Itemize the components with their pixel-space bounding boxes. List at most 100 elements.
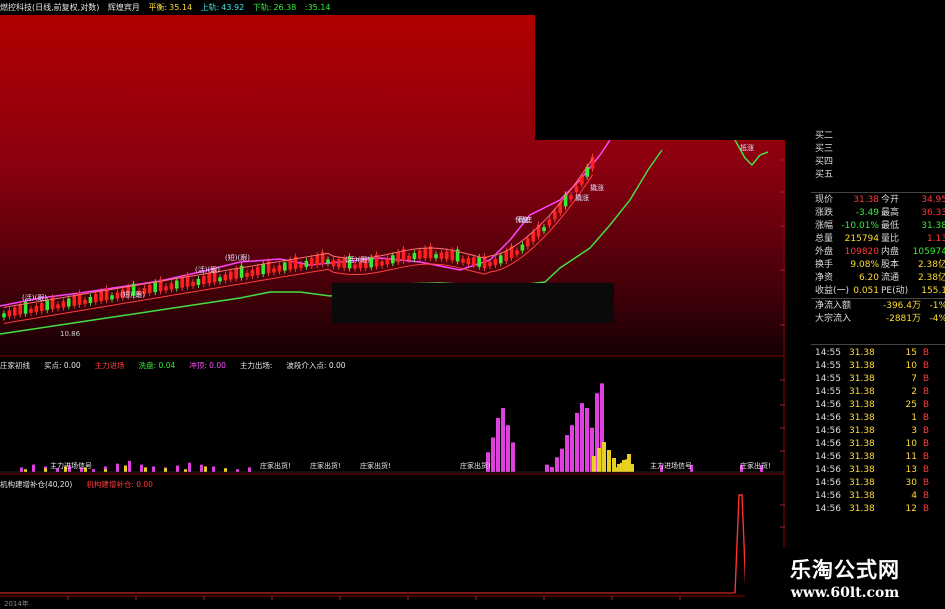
trade-price: 31.38 bbox=[849, 478, 875, 488]
trade-volume: 2 bbox=[911, 387, 917, 397]
ind1-bar-yellow bbox=[592, 456, 596, 472]
trade-volume: 1 bbox=[911, 413, 917, 423]
ind1-bar-magenta bbox=[176, 465, 179, 472]
candle-body bbox=[423, 248, 427, 259]
quote-row: 14:55 31.38 15 B bbox=[811, 347, 945, 360]
candle-body bbox=[353, 264, 357, 269]
quote-label: 最低 bbox=[881, 221, 900, 231]
candle-body bbox=[115, 292, 120, 299]
signal-label: 撬涨 bbox=[575, 193, 589, 202]
flow-label: 净流入额 bbox=[815, 301, 852, 311]
quote-row: 14:56 31.38 13 B bbox=[811, 464, 945, 477]
quote-row: 涨幅 -10.01% 最低 31.38 bbox=[811, 220, 945, 233]
candle-body bbox=[526, 238, 530, 247]
quote-label: 最高 bbox=[881, 208, 900, 218]
quote-label: 涨幅 bbox=[815, 221, 834, 231]
candle-body bbox=[34, 305, 39, 312]
quote-label: PE(动) bbox=[881, 286, 909, 296]
candle-body bbox=[2, 313, 6, 318]
flow-label: 大宗流入 bbox=[815, 314, 852, 324]
candle-body bbox=[580, 176, 584, 185]
quote-label: 收益(一) bbox=[815, 286, 850, 296]
signal-label: (活)(跟) bbox=[22, 293, 47, 302]
ind1-bar-yellow bbox=[124, 465, 127, 472]
ind1-bar-magenta bbox=[501, 408, 505, 472]
ind1-bar-magenta bbox=[491, 437, 495, 472]
candle-body bbox=[590, 156, 595, 169]
trade-time: 14:55 bbox=[815, 374, 841, 384]
candle-body bbox=[310, 258, 314, 267]
lower-value: 26.38 bbox=[273, 3, 297, 12]
indicator-name[interactable]: 辉煌宾月 bbox=[108, 3, 140, 12]
candle-body bbox=[461, 258, 465, 263]
x-axis-start-label: 2014年 bbox=[4, 599, 29, 608]
candle-body bbox=[299, 263, 303, 268]
ind1-bar-magenta bbox=[545, 464, 549, 472]
candle-body bbox=[472, 257, 476, 266]
trade-side: B bbox=[922, 439, 929, 449]
trade-time: 14:56 bbox=[815, 400, 841, 410]
quote-value: 2.38亿 bbox=[917, 273, 945, 283]
ind1-bar-magenta bbox=[570, 425, 574, 472]
candle-body bbox=[337, 259, 341, 268]
quote-label: 内盘 bbox=[881, 247, 900, 257]
ind1-bar-yellow bbox=[44, 468, 47, 472]
ind1-bar-magenta bbox=[92, 469, 95, 472]
ask-label: 买五 bbox=[815, 170, 834, 180]
quote-label: 涨跌 bbox=[815, 208, 834, 218]
signal-label: 撬涨 bbox=[590, 183, 604, 192]
ind1-bar-yellow bbox=[164, 468, 167, 472]
indicator1-header-item: 主力出场: bbox=[239, 361, 273, 370]
trade-volume: 13 bbox=[905, 465, 917, 475]
quote-row: 14:55 31.38 7 B bbox=[811, 373, 945, 386]
ind1-bar-magenta bbox=[32, 464, 35, 472]
panel-divider bbox=[811, 344, 945, 345]
quote-value: 31.38 bbox=[853, 195, 879, 205]
indicator1-header-item: 买点: 0.00 bbox=[44, 361, 81, 370]
quote-row: 买五 bbox=[811, 169, 945, 182]
quote-row: 买二 bbox=[811, 130, 945, 143]
quote-value: 109820 bbox=[844, 247, 879, 257]
ind1-bar-yellow bbox=[607, 450, 611, 472]
signal-label: (活)(跟) bbox=[345, 255, 370, 264]
panel-divider bbox=[811, 298, 945, 299]
ind1-signal-tag: 庄家出货! bbox=[310, 461, 341, 470]
candle-body bbox=[272, 268, 276, 273]
quote-label: 净资 bbox=[815, 273, 834, 283]
ind1-bar-magenta bbox=[560, 448, 564, 472]
candle-body bbox=[153, 282, 157, 293]
ind1-bar-yellow bbox=[184, 469, 187, 472]
candle-body bbox=[499, 255, 503, 264]
ind1-signal-tag: 庄家出货! bbox=[360, 461, 391, 470]
ind1-bar-yellow bbox=[630, 463, 634, 472]
ind1-bar-magenta bbox=[248, 467, 251, 472]
candle-body bbox=[396, 252, 400, 263]
candle-body bbox=[542, 227, 546, 232]
flow-pct: -1% bbox=[929, 301, 945, 311]
quote-value: 155.1 bbox=[921, 286, 945, 296]
candle-body bbox=[315, 255, 319, 266]
trade-time: 14:56 bbox=[815, 491, 841, 501]
candle-body bbox=[520, 244, 525, 251]
trade-price: 31.38 bbox=[849, 465, 875, 475]
trade-price: 31.38 bbox=[849, 439, 875, 449]
signal-label: 保底 bbox=[518, 215, 532, 224]
quote-panel: 买二 买三 买四 买五 现价 31.38 今开 34.95 涨跌 -3.49 最高 36.33 涨幅 -… bbox=[811, 131, 945, 609]
ind1-bar-yellow bbox=[104, 469, 107, 472]
candle-body bbox=[7, 310, 12, 317]
trade-side: B bbox=[922, 426, 929, 436]
ind1-bar-magenta bbox=[152, 466, 155, 472]
trade-side: B bbox=[922, 465, 929, 475]
stock-title[interactable]: 燃控科技(日线,前复权,对数) bbox=[0, 3, 99, 12]
trade-price: 31.38 bbox=[849, 426, 875, 436]
candle-body bbox=[175, 280, 179, 289]
indicator1-header-item: 波段介入点: 0.00 bbox=[286, 361, 346, 370]
quote-value: 215794 bbox=[844, 234, 879, 244]
trade-side: B bbox=[922, 504, 929, 514]
trade-side: B bbox=[922, 400, 929, 410]
ind1-bar-magenta bbox=[511, 442, 515, 472]
quote-value: 9.08% bbox=[850, 260, 879, 270]
candle-body bbox=[191, 281, 195, 286]
candle-body bbox=[407, 255, 411, 260]
candle-body bbox=[94, 294, 98, 303]
